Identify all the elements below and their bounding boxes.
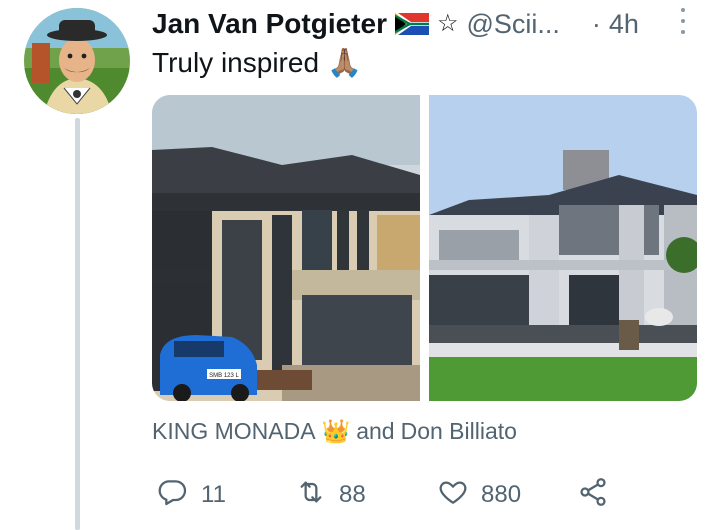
tweet-text: Truly inspired 🙏🏽	[152, 46, 362, 79]
author-handle[interactable]: @Scii...	[466, 9, 559, 40]
author-name[interactable]: Jan Van Potgieter	[152, 8, 387, 40]
like-icon	[437, 476, 469, 515]
media-grid: SMB 123 L	[152, 95, 697, 401]
thread-line	[75, 118, 80, 530]
reply-count: 11	[201, 481, 226, 508]
reply-button[interactable]: 11	[157, 475, 226, 515]
media-photo-1[interactable]: SMB 123 L	[152, 95, 421, 401]
tag-connector: and	[356, 418, 395, 444]
more-icon[interactable]	[676, 8, 690, 34]
car-plate: SMB 123 L	[209, 373, 239, 379]
separator-dot: ·	[591, 8, 601, 39]
share-button[interactable]	[577, 475, 609, 515]
tagged-user-1[interactable]: KING MONADA	[152, 418, 316, 445]
tweet-timestamp[interactable]: 4h	[609, 9, 639, 40]
share-icon	[577, 476, 609, 515]
crown-emoji: 👑	[321, 418, 351, 444]
tagged-user-2[interactable]: Don Billiato	[401, 418, 517, 445]
tweet-header: Jan Van Potgieter ☆ @Scii... · 4h	[152, 8, 690, 40]
star-icon: ☆	[436, 10, 459, 37]
tweet-actions: 11 88 880	[152, 475, 622, 515]
retweet-button[interactable]: 88	[295, 475, 366, 515]
reply-icon	[157, 476, 189, 515]
like-button[interactable]: 880	[437, 475, 521, 515]
like-count: 880	[481, 481, 522, 508]
author-avatar[interactable]	[24, 8, 130, 114]
folded-hands-emoji: 🙏🏽	[327, 47, 362, 78]
media-photo-2[interactable]	[428, 95, 697, 401]
media-tags[interactable]: KING MONADA 👑 and Don Billiato	[152, 418, 517, 445]
retweet-icon	[295, 476, 327, 515]
retweet-count: 88	[339, 481, 366, 508]
flag-icon	[394, 13, 429, 35]
tweet-body: Truly inspired	[152, 46, 320, 78]
